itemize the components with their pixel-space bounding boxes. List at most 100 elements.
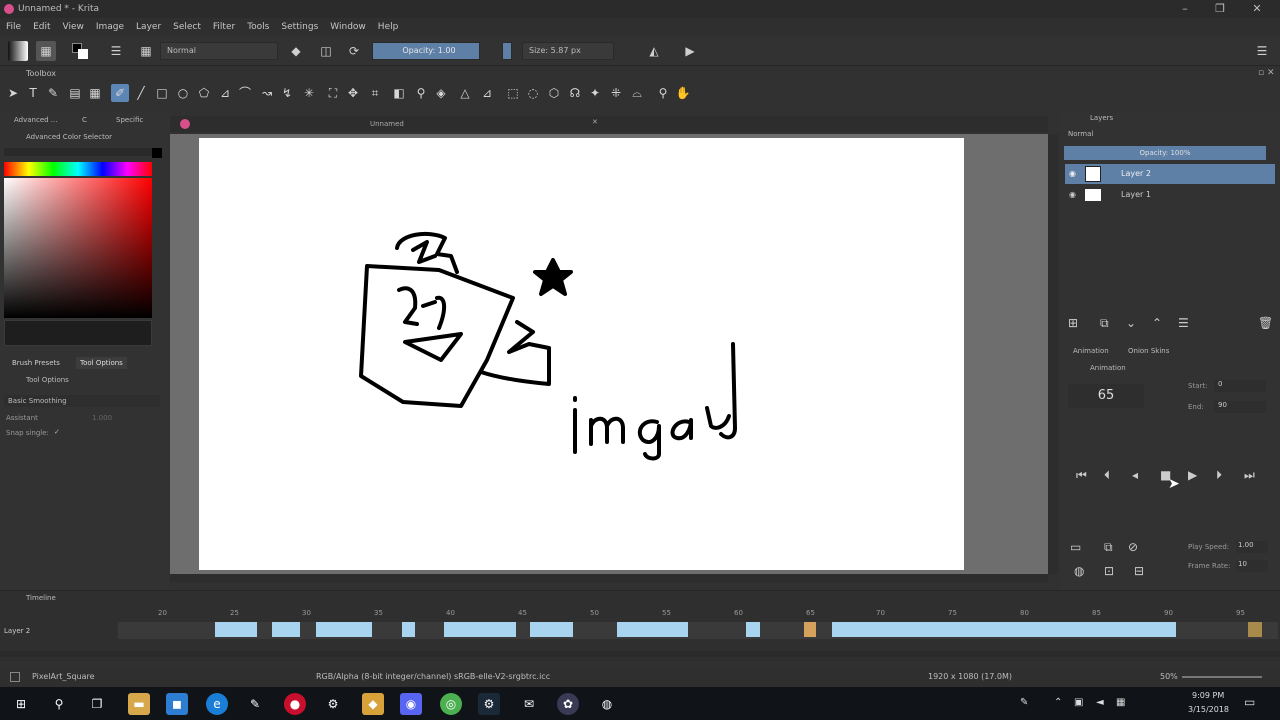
- document-tab[interactable]: Unnamed: [370, 120, 404, 128]
- pattern-edit-icon[interactable]: ▦: [86, 84, 104, 102]
- timeline-scrollbar[interactable]: [0, 651, 1280, 657]
- layer-name[interactable]: Layer 2: [1121, 164, 1151, 184]
- tab-onion-skins[interactable]: Onion Skins: [1128, 347, 1169, 355]
- hue-slider[interactable]: [4, 162, 152, 176]
- transform-tool-icon[interactable]: ⛶: [324, 84, 342, 102]
- horizontal-scrollbar[interactable]: [170, 574, 1048, 582]
- vertical-scrollbar[interactable]: [1048, 134, 1058, 574]
- rect-select-icon[interactable]: ⬚: [504, 84, 522, 102]
- windows-start-icon[interactable]: ⊞: [10, 693, 32, 715]
- color-patches[interactable]: [4, 320, 152, 346]
- previous-frame-icon[interactable]: ◂: [1132, 468, 1138, 482]
- clock-time[interactable]: 9:09 PM: [1192, 691, 1224, 700]
- menu-window[interactable]: Window: [330, 22, 366, 32]
- timeline-layer-label[interactable]: Layer 2: [4, 627, 30, 635]
- multibrush-icon[interactable]: ✳: [300, 84, 318, 102]
- pan-tool-icon[interactable]: ✋: [674, 84, 692, 102]
- menu-view[interactable]: View: [63, 22, 84, 32]
- tab-advanced[interactable]: Advanced ...: [14, 116, 57, 124]
- move-tool-icon[interactable]: ✥: [344, 84, 362, 102]
- keyframe-block[interactable]: [530, 622, 573, 637]
- tool-options-tab[interactable]: Tool Options: [76, 357, 127, 369]
- close-tab-icon[interactable]: ✕: [592, 118, 598, 126]
- bezier-tool-icon[interactable]: ⌒: [236, 84, 254, 102]
- mail-icon[interactable]: ✉: [518, 693, 540, 715]
- mirror-horizontal-icon[interactable]: ◭: [644, 41, 664, 61]
- keyframe-block[interactable]: [316, 622, 372, 637]
- tab-animation[interactable]: Animation: [1073, 347, 1109, 355]
- freehand-select-icon[interactable]: ☊: [566, 84, 584, 102]
- steam-icon[interactable]: ⚙: [478, 693, 500, 715]
- notifications-icon[interactable]: ▭: [1244, 695, 1255, 709]
- gradient-edit-icon[interactable]: ▤: [66, 84, 84, 102]
- menu-tools[interactable]: Tools: [247, 22, 269, 32]
- keyframe-block[interactable]: [444, 622, 516, 637]
- end-field[interactable]: 90: [1214, 401, 1266, 413]
- mirror-vertical-icon[interactable]: ▶: [680, 41, 700, 61]
- color-picker-icon[interactable]: ⚲: [412, 84, 430, 102]
- blend-mode-select[interactable]: Normal: [160, 42, 278, 60]
- play-speed-field[interactable]: 1.00: [1236, 541, 1268, 553]
- rectangle-tool-icon[interactable]: □: [153, 84, 171, 102]
- current-color-swatch[interactable]: [152, 148, 162, 158]
- gradient-tool-icon[interactable]: ◧: [390, 84, 408, 102]
- last-frame-icon[interactable]: ⏭: [1244, 468, 1255, 483]
- document-canvas[interactable]: [199, 138, 964, 570]
- onion-skin-icon[interactable]: ◍: [1074, 564, 1084, 578]
- layer-properties-icon[interactable]: ☰: [1178, 316, 1189, 330]
- keyframe-block[interactable]: [215, 622, 257, 637]
- saturation-value-square[interactable]: [4, 178, 152, 318]
- ellipse-tool-icon[interactable]: ○: [174, 84, 192, 102]
- search-icon[interactable]: ⚲: [48, 693, 70, 715]
- freehand-brush-icon[interactable]: ✐: [111, 84, 129, 102]
- similar-select-icon[interactable]: ⁜: [607, 84, 625, 102]
- minimize-icon[interactable]: –: [1178, 2, 1192, 16]
- obs-icon[interactable]: ◍: [596, 693, 618, 715]
- frame-ruler[interactable]: 20 25 30 35 40 45 50 55 60 65 70 75 80 8…: [0, 609, 1280, 621]
- tray-expand-icon[interactable]: ⌃: [1054, 697, 1062, 708]
- loop-icon[interactable]: ⊟: [1134, 564, 1144, 578]
- assistant-value[interactable]: 1.000: [92, 414, 112, 422]
- brush-preview-icon[interactable]: [10, 672, 20, 682]
- brush-presets-tab[interactable]: Brush Presets: [12, 359, 60, 367]
- reload-icon[interactable]: ⟳: [344, 41, 364, 61]
- current-frame-marker[interactable]: [804, 622, 816, 637]
- pattern-swatch[interactable]: ▦: [36, 41, 56, 61]
- menu-help[interactable]: Help: [378, 22, 399, 32]
- measure-tool-icon[interactable]: ⊿: [478, 84, 496, 102]
- chrome-icon[interactable]: ◎: [440, 693, 462, 715]
- app2-icon[interactable]: ◆: [362, 693, 384, 715]
- zoom-level[interactable]: 50%: [1160, 672, 1178, 681]
- bezier-select-icon[interactable]: ⌓: [628, 84, 646, 102]
- keyframe-block[interactable]: [402, 622, 415, 637]
- alpha-lock-icon[interactable]: ◫: [316, 41, 336, 61]
- move-layer-up-icon[interactable]: ⌃: [1152, 316, 1162, 330]
- dynamic-brush-icon[interactable]: ↯: [278, 84, 296, 102]
- fill-tool-icon[interactable]: ◈: [432, 84, 450, 102]
- network-icon[interactable]: ▣: [1074, 697, 1083, 708]
- crop-tool-icon[interactable]: ⌗: [366, 84, 384, 102]
- menu-image[interactable]: Image: [96, 22, 124, 32]
- select-shapes-icon[interactable]: ➤: [4, 84, 22, 102]
- play-icon[interactable]: ▶: [1188, 468, 1197, 482]
- hamburger-menu-icon[interactable]: ☰: [1252, 41, 1272, 61]
- edge-icon[interactable]: e: [206, 693, 228, 715]
- app-icon[interactable]: ⚙: [322, 693, 344, 715]
- first-frame-icon[interactable]: ⏮: [1076, 468, 1087, 483]
- tab-c[interactable]: C: [82, 116, 87, 124]
- keyframe-edit-icon[interactable]: ⊘: [1128, 540, 1138, 554]
- drop-frames-icon[interactable]: ⊡: [1104, 564, 1114, 578]
- close-icon[interactable]: ✕: [1250, 2, 1264, 16]
- magic-wand-icon[interactable]: ✦: [586, 84, 604, 102]
- layers-opacity-slider[interactable]: Opacity: 100%: [1064, 146, 1266, 160]
- zoom-slider[interactable]: [1182, 676, 1262, 678]
- layer-name[interactable]: Layer 1: [1121, 185, 1151, 205]
- maximize-icon[interactable]: ❐: [1213, 2, 1227, 16]
- ellipse-select-icon[interactable]: ◌: [524, 84, 542, 102]
- keyframe-add-icon[interactable]: ▭: [1070, 540, 1081, 554]
- brush-preset-icon[interactable]: ☰: [106, 41, 126, 61]
- krita-taskbar-icon[interactable]: ✿: [557, 693, 579, 715]
- previous-keyframe-icon[interactable]: ⏴: [1104, 468, 1110, 483]
- pen-icon[interactable]: ✎: [1020, 697, 1028, 708]
- duplicate-layer-icon[interactable]: ⧉: [1100, 316, 1109, 331]
